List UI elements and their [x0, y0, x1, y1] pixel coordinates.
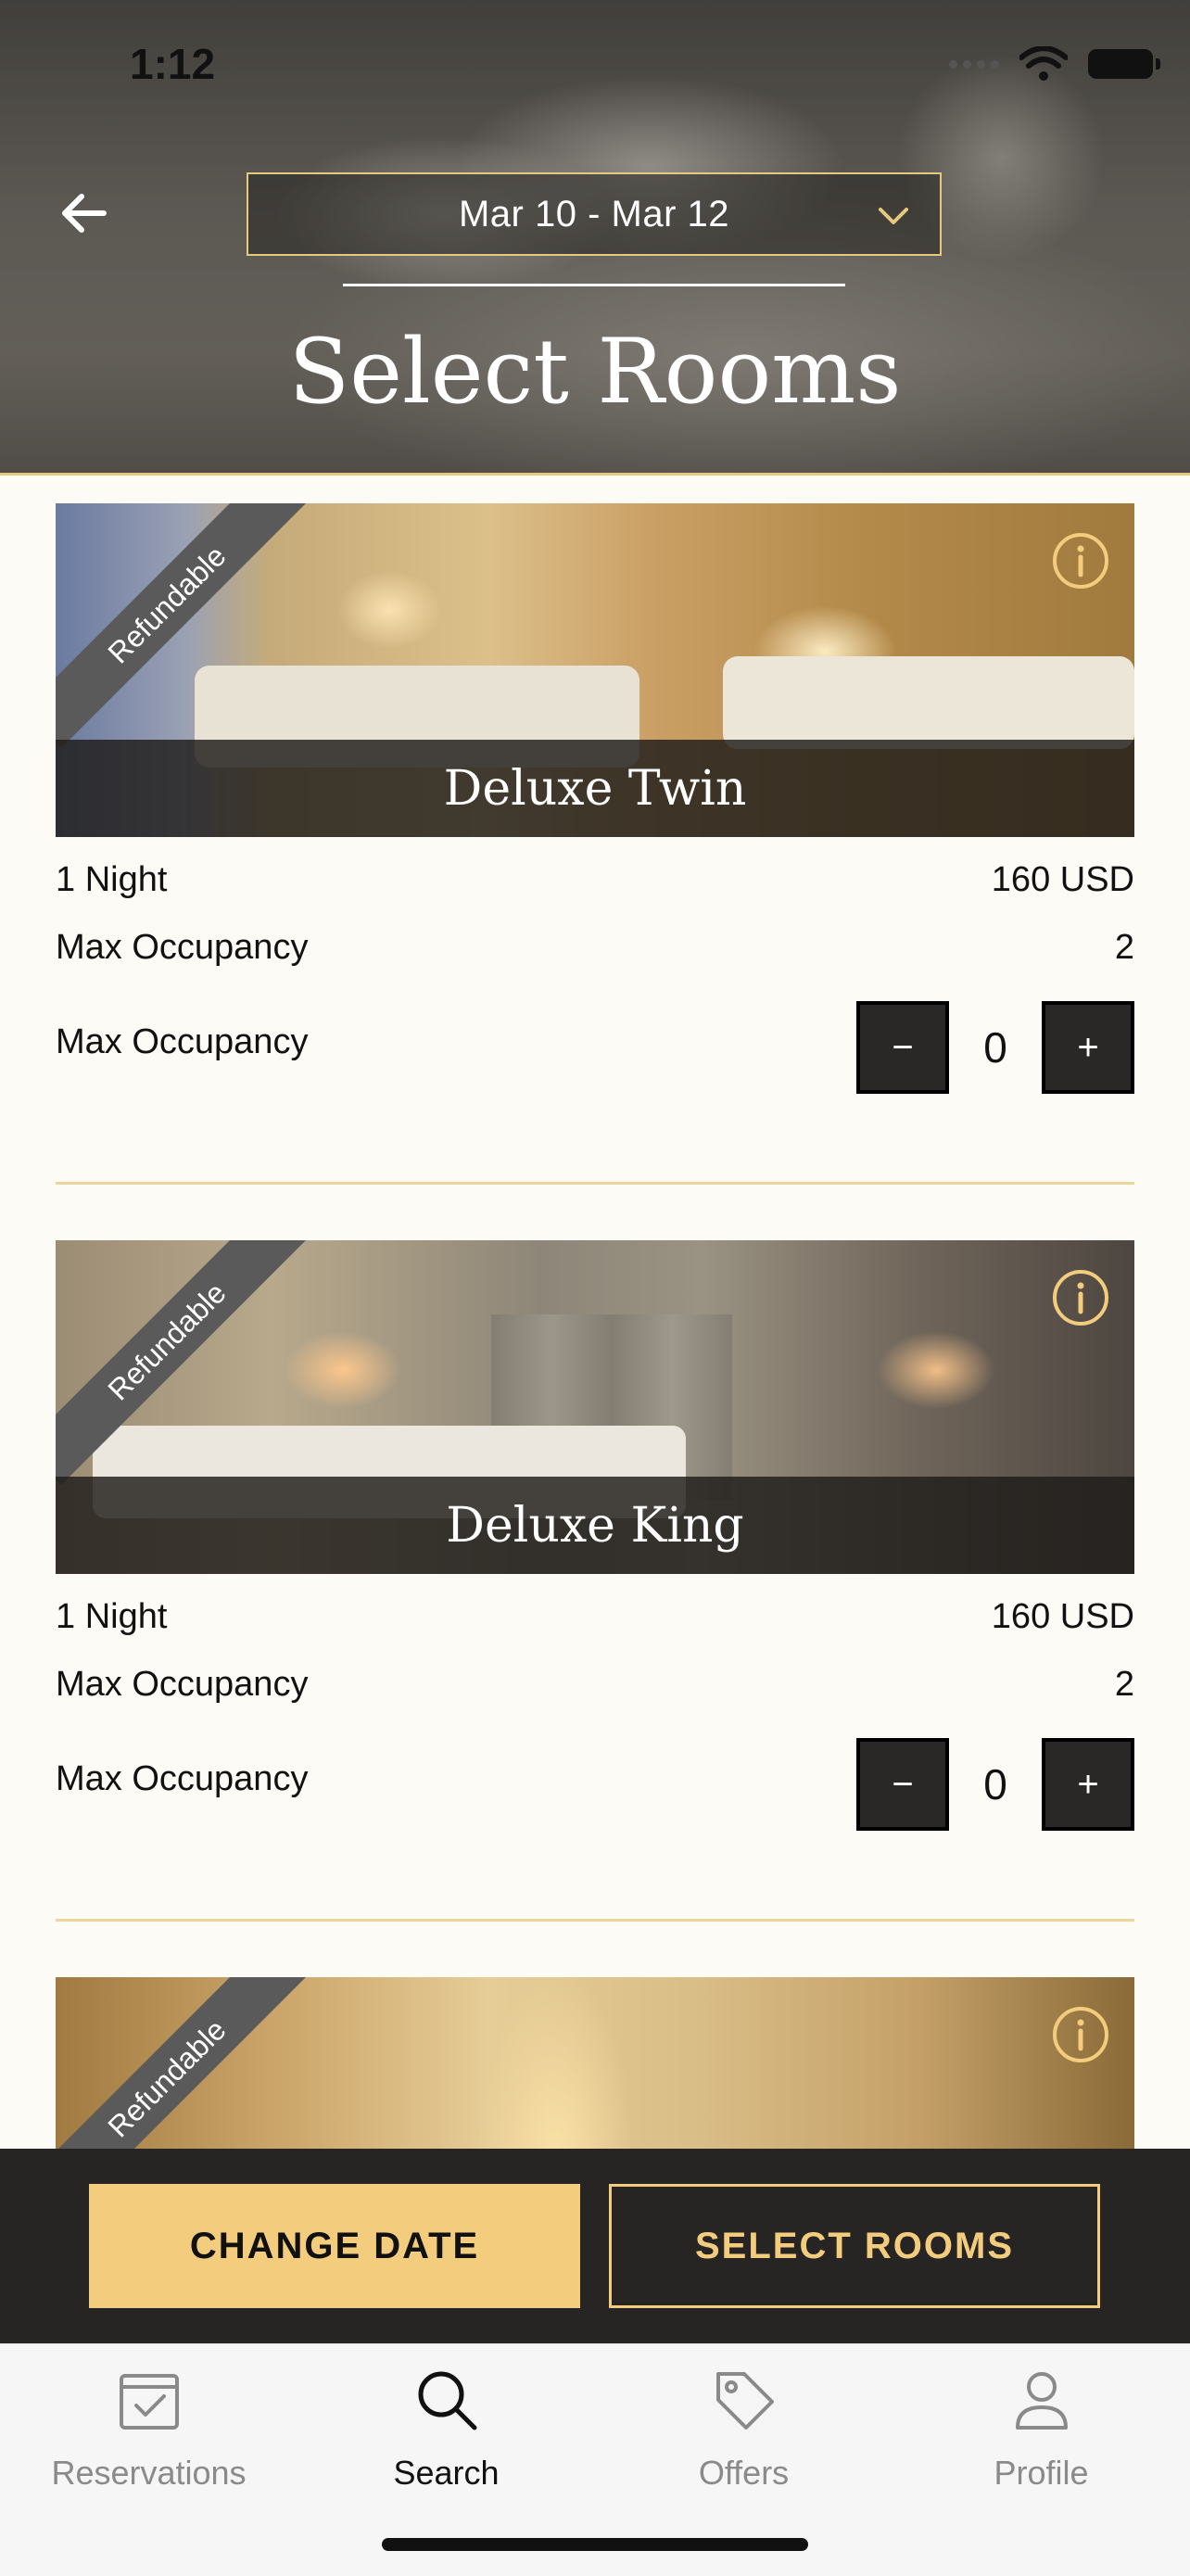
decrement-button[interactable]: − — [856, 1738, 949, 1831]
chevron-down-icon — [879, 208, 908, 224]
quantity-value: 0 — [983, 1760, 1007, 1808]
increment-button[interactable]: + — [1042, 1738, 1134, 1831]
quantity-stepper: − 0 + — [856, 1001, 1134, 1094]
date-range-value: Mar 10 - Mar 12 — [458, 193, 730, 235]
decrement-button[interactable]: − — [856, 1001, 949, 1094]
person-icon — [1015, 2372, 1068, 2430]
status-time: 1:12 — [130, 40, 216, 88]
header: 1:12 Mar 10 - Mar 12 Select Rooms — [0, 0, 1190, 476]
room-price: 160 USD — [991, 1597, 1134, 1636]
quantity-stepper: − 0 + — [856, 1738, 1134, 1831]
change-date-button[interactable]: CHANGE DATE — [89, 2184, 580, 2308]
nights-label: 1 Night — [56, 860, 168, 899]
info-icon[interactable] — [1051, 531, 1110, 590]
tab-label: Offers — [698, 2454, 790, 2492]
tab-profile[interactable]: Profile — [892, 2363, 1190, 2493]
room-card: Refundable Deluxe King 1 Night 160 USD M… — [56, 1240, 1134, 1831]
room-name-bar: Deluxe King — [56, 1477, 1134, 1574]
page-title: Select Rooms — [288, 320, 902, 424]
nights-label: 1 Night — [56, 1597, 168, 1636]
action-bar: CHANGE DATE SELECT ROOMS — [0, 2149, 1190, 2343]
tab-reservations[interactable]: Reservations — [0, 2363, 298, 2493]
tab-label: Search — [393, 2454, 500, 2492]
room-image[interactable]: Refundable Deluxe King — [56, 1240, 1134, 1574]
occupancy-value: 2 — [1114, 1665, 1134, 1704]
tab-offers[interactable]: Offers — [595, 2363, 892, 2493]
battery-icon — [1088, 49, 1160, 79]
tab-search[interactable]: Search — [298, 2363, 595, 2493]
room-price: 160 USD — [991, 860, 1134, 899]
room-name: Deluxe King — [446, 1497, 744, 1554]
increment-button[interactable]: + — [1042, 1001, 1134, 1094]
calendar-check-icon — [119, 2374, 179, 2430]
tab-label: Profile — [994, 2454, 1089, 2492]
signal-icon — [949, 59, 999, 69]
quantity-label: Max Occupancy — [56, 1759, 309, 1798]
occupancy-label: Max Occupancy — [56, 928, 309, 967]
room-divider — [56, 1182, 1134, 1185]
room-card: Refundable Deluxe Twin 1 Night 160 USD M… — [56, 503, 1134, 1094]
select-rooms-button[interactable]: SELECT ROOMS — [609, 2184, 1100, 2308]
home-indicator — [382, 2538, 808, 2551]
tag-icon — [715, 2372, 774, 2430]
occupancy-value: 2 — [1114, 928, 1134, 967]
room-image[interactable]: Refundable Deluxe Twin — [56, 503, 1134, 837]
info-icon[interactable] — [1051, 1268, 1110, 1327]
room-name-bar: Deluxe Twin — [56, 740, 1134, 837]
status-icons — [949, 46, 1160, 82]
quantity-label: Max Occupancy — [56, 1022, 309, 1061]
date-range-select[interactable]: Mar 10 - Mar 12 — [247, 172, 942, 256]
quantity-value: 0 — [983, 1023, 1007, 1072]
tab-label: Reservations — [51, 2454, 247, 2492]
header-divider — [343, 284, 845, 286]
room-divider — [56, 1919, 1134, 1922]
wifi-icon — [1019, 46, 1068, 81]
occupancy-label: Max Occupancy — [56, 1665, 309, 1704]
room-name: Deluxe Twin — [443, 760, 747, 817]
back-arrow-icon[interactable] — [56, 185, 111, 241]
info-icon[interactable] — [1051, 2005, 1110, 2064]
search-icon — [418, 2371, 476, 2430]
